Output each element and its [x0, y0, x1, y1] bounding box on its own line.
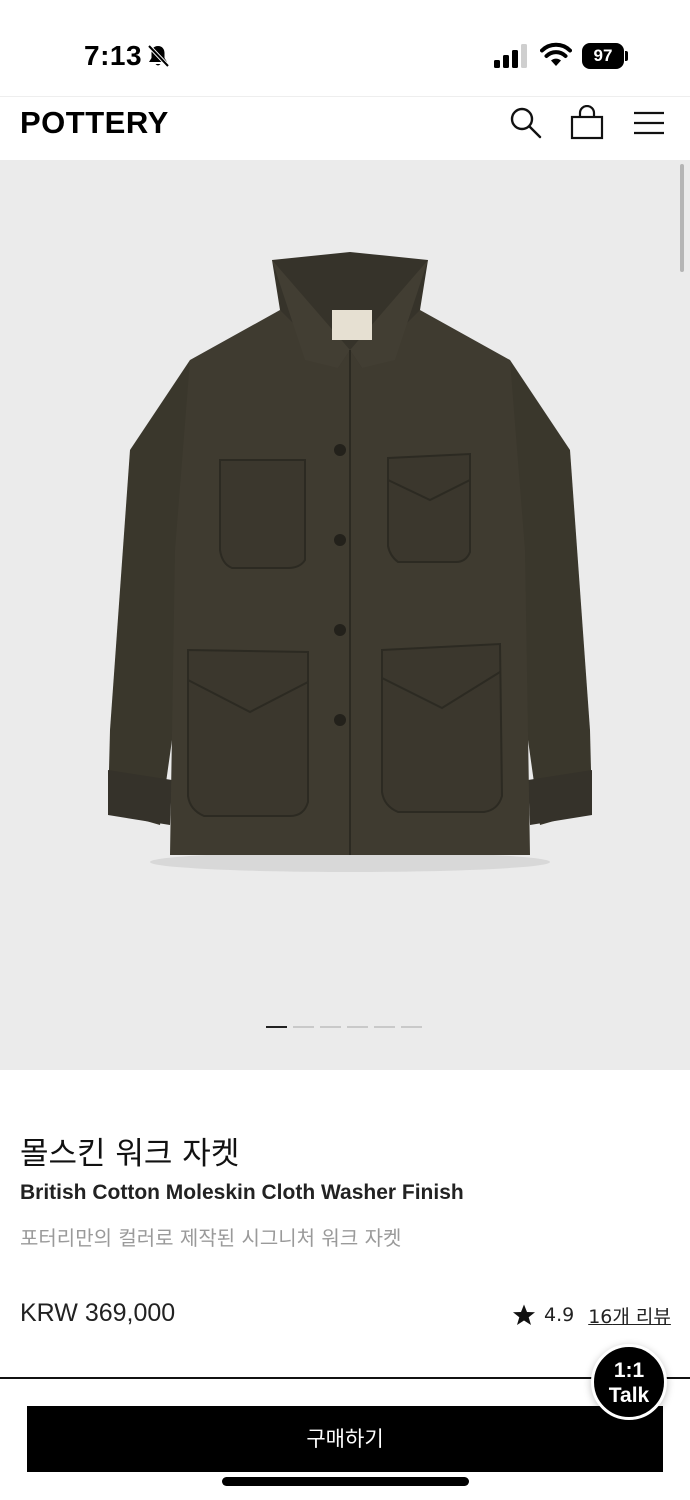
- review-count[interactable]: 16: [588, 1306, 612, 1328]
- wifi-icon: [540, 42, 572, 66]
- talk-button-line2[interactable]: Talk: [594, 1383, 664, 1408]
- product-description: 포터리만의 컬러로 제작된 시그니처 워크 자켓: [20, 1226, 402, 1250]
- battery-tip: [625, 51, 628, 61]
- battery-level: 97: [582, 43, 624, 69]
- product-title-english: British Cotton Moleskin Cloth Washer Fin…: [20, 1181, 464, 1204]
- product-rating: 4.9 16개 리뷰: [512, 1301, 671, 1329]
- slide-dot[interactable]: [320, 1026, 341, 1028]
- slide-dot[interactable]: [374, 1026, 395, 1028]
- battery-icon: 97: [582, 43, 628, 69]
- brand-logo[interactable]: POTTERY: [20, 105, 169, 141]
- rating-value: 4.9: [544, 1304, 575, 1326]
- hamburger-menu-icon[interactable]: [631, 105, 667, 141]
- site-header: POTTERY: [0, 96, 690, 160]
- review-count-suffix[interactable]: 개 리뷰: [612, 1306, 670, 1328]
- status-bar: 7:13 97: [0, 0, 690, 96]
- home-indicator[interactable]: [222, 1477, 469, 1486]
- product-image-gallery[interactable]: [0, 160, 690, 1070]
- buy-now-button[interactable]: 구매하기: [27, 1406, 663, 1472]
- product-photo-jacket: [108, 252, 592, 872]
- review-count-link[interactable]: 16개 리뷰: [588, 1302, 671, 1329]
- star-icon: [513, 1304, 535, 1325]
- slide-dot[interactable]: [266, 1026, 287, 1028]
- status-time: 7:13: [84, 40, 143, 71]
- slide-indicator: [266, 1026, 422, 1030]
- page-scrollbar[interactable]: [680, 164, 684, 272]
- slide-dot[interactable]: [293, 1026, 314, 1028]
- search-icon[interactable]: [508, 105, 544, 141]
- shopping-bag-icon[interactable]: [569, 105, 605, 141]
- talk-button-line1[interactable]: 1:1: [594, 1358, 664, 1383]
- slide-dot[interactable]: [347, 1026, 368, 1028]
- slide-dot[interactable]: [401, 1026, 422, 1028]
- product-price: KRW 369,000: [20, 1299, 176, 1327]
- bell-off-icon: [147, 44, 170, 68]
- section-divider: [0, 1377, 690, 1379]
- one-to-one-talk-button[interactable]: 1:1 Talk: [591, 1344, 667, 1420]
- signal-icon: [494, 44, 527, 68]
- product-title-korean: 몰스킨 워크 자켓: [20, 1136, 240, 1172]
